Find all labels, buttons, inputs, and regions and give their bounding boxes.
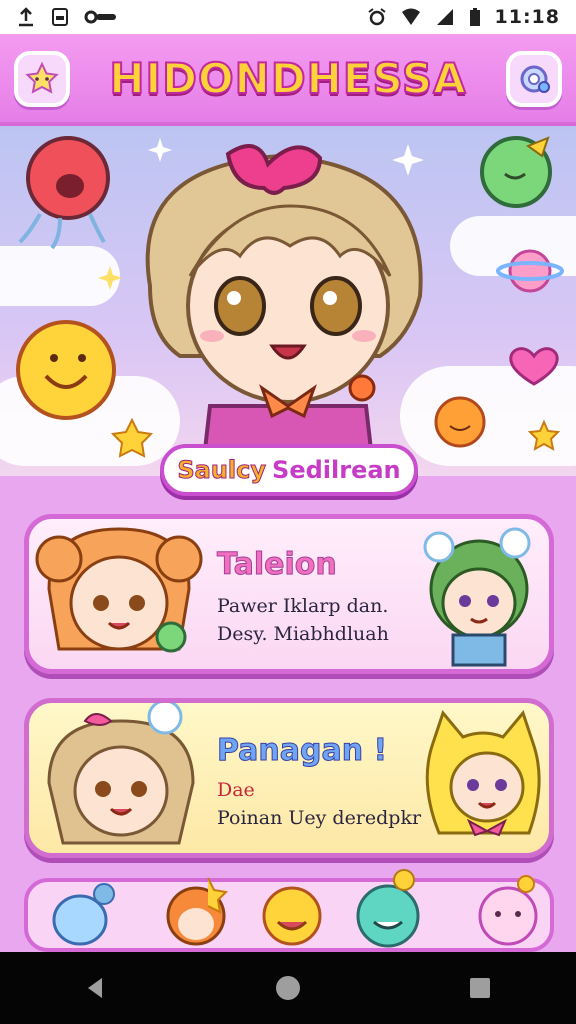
signal-icon <box>436 9 453 25</box>
recents-icon[interactable] <box>466 974 494 1002</box>
blonde-girl <box>47 703 195 845</box>
name-part-a: Saulcy <box>177 456 267 485</box>
star <box>110 417 154 458</box>
sun-creature <box>434 396 486 448</box>
name-part-b: Sedilrean <box>272 456 401 484</box>
character-name-banner[interactable]: Saulcy Sedilrean <box>160 444 418 496</box>
pink-ghost-item[interactable] <box>478 875 538 946</box>
card-illustration <box>35 527 531 667</box>
blue-bubble-item[interactable] <box>52 883 115 946</box>
clock: 11:18 <box>494 6 560 28</box>
heart <box>509 347 559 386</box>
alarm-icon <box>367 8 386 26</box>
character-card[interactable]: Taleion Pawer Iklarp dan. Desy. Miabhdlu… <box>24 514 554 674</box>
card-title: Panagan ! <box>216 733 388 769</box>
star-menu-button[interactable] <box>14 51 70 107</box>
battery-icon <box>469 8 480 26</box>
star-menu-icon <box>25 61 59 94</box>
planet <box>496 249 564 293</box>
upload-icon <box>19 7 33 27</box>
game-title: HIDONDHESSA <box>108 53 467 104</box>
yellow-smiley[interactable] <box>16 320 116 420</box>
wifi-icon <box>401 8 420 25</box>
back-icon[interactable] <box>82 974 110 1002</box>
character-tray <box>24 869 554 952</box>
hero-illustration <box>16 136 564 476</box>
status-bar: 11:18 <box>0 0 576 34</box>
sparkle <box>392 144 424 176</box>
settings-button[interactable] <box>506 51 562 107</box>
main-character[interactable] <box>145 144 423 476</box>
green-balloon-creature[interactable] <box>480 136 552 208</box>
red-balloon-creature[interactable] <box>18 136 110 250</box>
settings-icon <box>520 65 550 93</box>
orange-girl-item[interactable] <box>166 877 229 946</box>
link-icon <box>84 10 116 24</box>
tray-items <box>52 869 538 948</box>
card-line-2: Desy. Miabhdluah <box>217 623 389 645</box>
navigation-bar <box>0 952 576 1024</box>
character-card[interactable]: Panagan ! Dae Poinan Uey deredpkr <box>24 698 554 858</box>
top-bar: HIDONDHESSA <box>0 34 576 126</box>
image-icon <box>52 8 68 26</box>
orange-hair-girl <box>35 527 203 653</box>
smiley-item[interactable] <box>262 886 322 946</box>
card-line-1: Dae <box>217 779 255 801</box>
sparkle <box>98 266 122 290</box>
cat-ear-girl <box>425 709 541 837</box>
star <box>527 419 561 451</box>
green-hair-boy <box>423 527 531 667</box>
card-line-1: Pawer Iklarp dan. <box>217 595 389 617</box>
teal-creature-item[interactable] <box>356 869 420 948</box>
home-icon[interactable] <box>274 974 302 1002</box>
sparkle <box>148 138 172 162</box>
card-line-2: Poinan Uey deredpkr <box>217 807 422 829</box>
character-showcase <box>0 126 576 476</box>
card-title: Taleion <box>217 547 338 583</box>
card-illustration <box>47 703 541 845</box>
